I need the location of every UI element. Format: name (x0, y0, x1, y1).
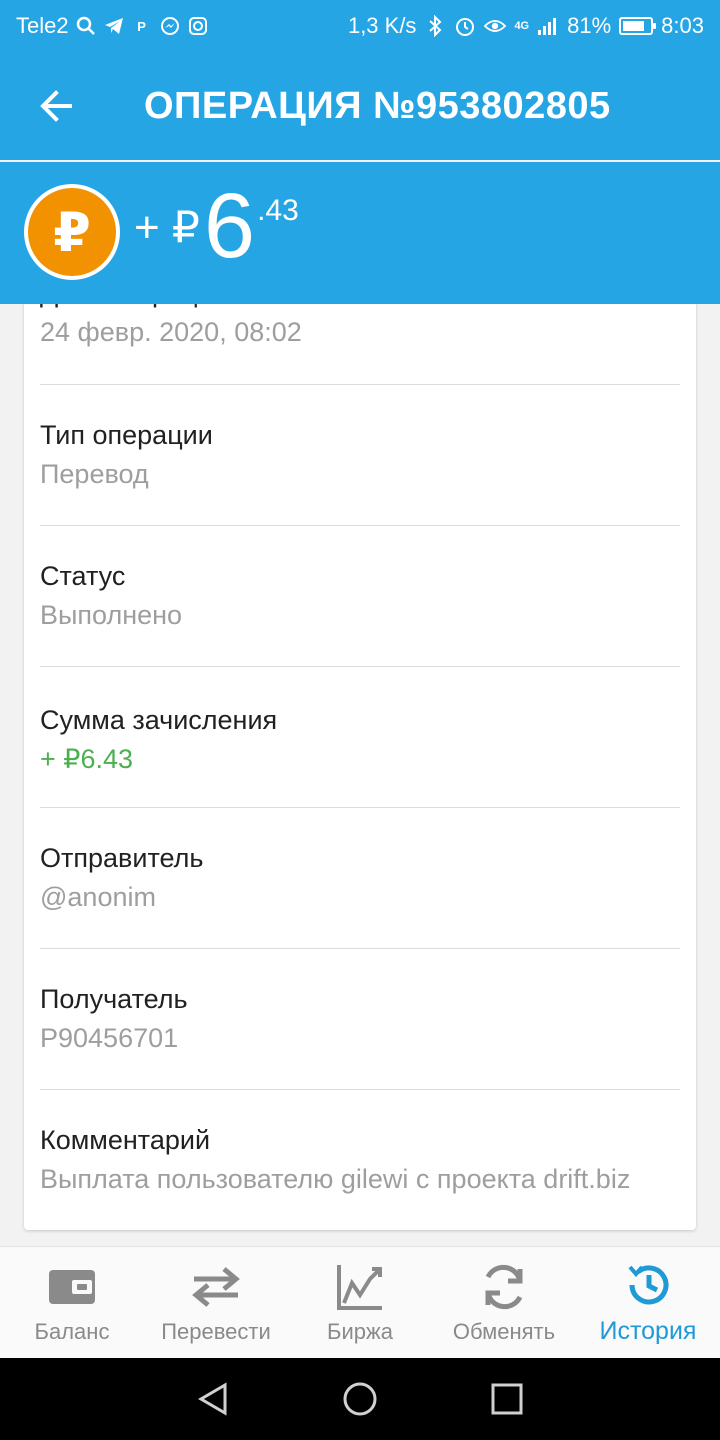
divider (40, 807, 680, 808)
back-button[interactable] (0, 52, 112, 160)
amount-integer: 6 (203, 175, 256, 277)
nav-label: Перевести (161, 1318, 271, 1344)
amount-header: ₽ + ₽ 6 .43 (0, 162, 720, 304)
divider (40, 384, 680, 385)
wallet-icon (49, 1269, 95, 1304)
chart-icon (337, 1264, 382, 1310)
divider (40, 666, 680, 667)
carrier-name: Tele2 (16, 13, 69, 38)
divider (40, 948, 680, 949)
messenger-icon (159, 15, 181, 37)
detail-label: Сумма зачисления (40, 705, 278, 735)
nav-exchange[interactable]: Обменять (432, 1247, 576, 1358)
detail-label: Статус (40, 561, 126, 591)
detail-label: Тип операции (40, 420, 213, 450)
history-icon (628, 1265, 669, 1305)
alarm-icon (454, 15, 476, 37)
detail-value: + ₽6.43 (40, 744, 133, 774)
telegram-icon (103, 15, 125, 37)
nav-exchange-market[interactable]: Биржа (288, 1247, 432, 1358)
ruble-coin-icon: ₽ (24, 184, 120, 280)
clock: 8:03 (661, 13, 704, 38)
nav-label: Обменять (452, 1318, 556, 1344)
amount-sign: + ₽ (134, 203, 200, 252)
detail-label: Комментарий (40, 1125, 211, 1155)
detail-value: 24 февр. 2020, 08:02 (40, 317, 302, 347)
nav-history[interactable]: История (576, 1247, 720, 1358)
detail-value: P90456701 (40, 1023, 179, 1053)
back-triangle-icon[interactable] (195, 1381, 231, 1417)
nav-transfer[interactable]: Перевести (144, 1247, 288, 1358)
detail-value: Выполнено (40, 600, 183, 630)
battery-percent: 81% (567, 13, 612, 38)
network-type: 4G (514, 20, 530, 32)
app-bar: ОПЕРАЦИЯ №953802805 (0, 52, 720, 160)
battery-icon (619, 17, 657, 35)
detail-value: @anonim (40, 882, 156, 912)
detail-value: Выплата пользователю gilewi с проекта dr… (40, 1164, 631, 1194)
home-circle-icon[interactable] (342, 1381, 378, 1417)
network-speed: 1,3 K/s (347, 13, 417, 38)
divider (40, 1089, 680, 1090)
signal-icon (537, 15, 559, 37)
detail-sender: Отправитель @anonim (40, 843, 680, 913)
detail-label: Отправитель (40, 843, 204, 873)
bottom-navigation: Баланс Перевести Биржа Обменять История (0, 1246, 720, 1358)
status-bar: Tele2 P 1,3 K/s 4G 81% 8:03 (0, 0, 720, 52)
detail-status: Статус Выполнено (40, 561, 680, 631)
detail-value: Перевод (40, 459, 149, 489)
operation-amount: + ₽ 6 .43 (134, 180, 299, 272)
detail-label: Получатель (40, 984, 188, 1014)
divider (40, 525, 680, 526)
recents-square-icon[interactable] (489, 1381, 525, 1417)
detail-comment: Комментарий Выплата пользователю gilewi … (40, 1125, 680, 1195)
detail-recipient: Получатель P90456701 (40, 984, 680, 1054)
payeer-icon: P (137, 18, 146, 34)
transfer-icon (192, 1266, 240, 1307)
nav-label: Биржа (327, 1318, 393, 1344)
page-title: ОПЕРАЦИЯ №953802805 (144, 84, 611, 127)
nav-balance[interactable]: Баланс (0, 1247, 144, 1358)
arrow-back-icon (40, 90, 72, 122)
eye-icon (484, 15, 507, 37)
detail-credit-amount: Сумма зачисления + ₽6.43 (40, 705, 680, 775)
exchange-icon (485, 1264, 523, 1309)
detail-type: Тип операции Перевод (40, 420, 680, 490)
nav-label: История (599, 1317, 697, 1345)
instagram-icon (187, 15, 209, 37)
amount-fraction: .43 (257, 194, 299, 227)
nav-label: Баланс (34, 1318, 110, 1344)
bluetooth-icon (424, 15, 446, 37)
search-icon (75, 15, 97, 37)
operation-details-card: Дата операции 24 февр. 2020, 08:02 Тип о… (24, 270, 696, 1230)
system-navigation-bar (0, 1358, 720, 1440)
